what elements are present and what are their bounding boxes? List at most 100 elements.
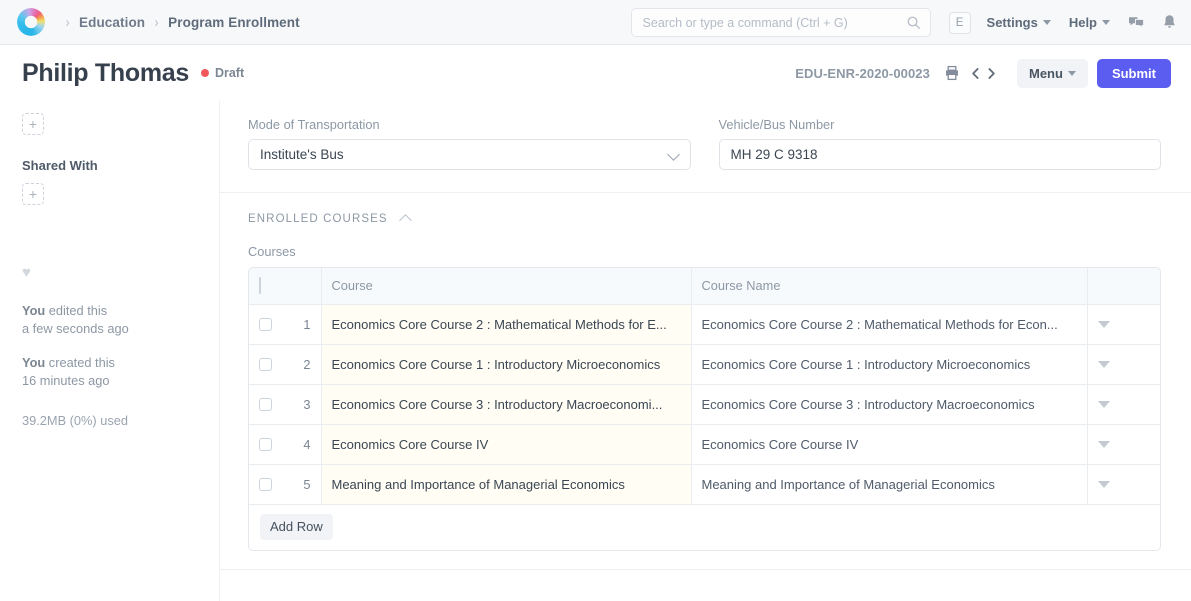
vehicle-bus-number-input[interactable]: MH 29 C 9318: [719, 139, 1162, 170]
menu-button[interactable]: Menu: [1017, 59, 1088, 88]
table-row: 4 Economics Core Course IV Economics Cor…: [249, 424, 1160, 464]
page-header-actions: EDU-ENR-2020-00023 Menu Submit: [795, 45, 1171, 101]
chevron-down-icon: [1102, 20, 1110, 25]
row-checkbox[interactable]: [259, 478, 272, 491]
row-course-name[interactable]: Economics Core Course 2 : Mathematical M…: [691, 304, 1087, 344]
courses-grid-label: Courses: [248, 244, 1161, 259]
created-meta: You created this 16 minutes ago: [22, 354, 219, 390]
page-body: + Shared With + ♥ You edited this a few …: [0, 101, 1191, 601]
chat-button[interactable]: [1128, 15, 1145, 31]
mode-of-transportation-value: Institute's Bus: [260, 147, 344, 162]
row-course[interactable]: Economics Core Course 2 : Mathematical M…: [321, 304, 691, 344]
grid-footer: Add Row: [249, 505, 1160, 550]
search-input[interactable]: [641, 15, 906, 31]
vehicle-bus-number-label: Vehicle/Bus Number: [719, 117, 1162, 132]
mode-of-transportation-select[interactable]: Institute's Bus: [248, 139, 691, 170]
breadcrumb-separator: ›: [66, 14, 70, 31]
status-dot-icon: [201, 69, 209, 77]
row-checkbox[interactable]: [259, 318, 272, 331]
triangle-down-icon[interactable]: [1098, 401, 1110, 408]
row-number: 1: [303, 317, 310, 332]
help-label: Help: [1069, 15, 1097, 30]
add-row-button[interactable]: Add Row: [260, 514, 333, 540]
row-number: 5: [303, 477, 310, 492]
print-button[interactable]: [944, 65, 960, 81]
submit-button[interactable]: Submit: [1097, 59, 1171, 88]
search-box[interactable]: [631, 8, 931, 37]
row-course[interactable]: Meaning and Importance of Managerial Eco…: [321, 464, 691, 504]
triangle-down-icon[interactable]: [1098, 321, 1110, 328]
next-document-button[interactable]: [985, 66, 998, 81]
navbar-right: E Settings Help: [631, 0, 1179, 45]
row-course-name[interactable]: Economics Core Course IV: [691, 424, 1087, 464]
table-row: 1 Economics Core Course 2 : Mathematical…: [249, 304, 1160, 344]
header-actions: [1087, 268, 1160, 304]
document-id: EDU-ENR-2020-00023: [795, 66, 930, 81]
status-label: Draft: [215, 66, 244, 80]
courses-grid: Course Course Name 1: [248, 267, 1161, 551]
row-course-name[interactable]: Meaning and Importance of Managerial Eco…: [691, 464, 1087, 504]
table-row: 5 Meaning and Importance of Managerial E…: [249, 464, 1160, 504]
row-select-cell: 3: [249, 384, 321, 424]
sidebar: + Shared With + ♥ You edited this a few …: [0, 101, 219, 601]
chevron-down-icon: [1068, 71, 1076, 76]
table-body: 1 Economics Core Course 2 : Mathematical…: [249, 304, 1160, 504]
settings-menu[interactable]: Settings: [987, 15, 1051, 30]
form-content: Mode of Transportation Institute's Bus V…: [219, 101, 1191, 601]
status-badge: Draft: [201, 66, 244, 80]
row-checkbox[interactable]: [259, 358, 272, 371]
row-expand-cell: [1087, 384, 1160, 424]
row-expand-cell: [1087, 464, 1160, 504]
page-title: Philip Thomas: [22, 59, 189, 88]
row-expand-cell: [1087, 304, 1160, 344]
triangle-down-icon[interactable]: [1098, 441, 1110, 448]
edited-time: a few seconds ago: [22, 321, 129, 336]
row-course[interactable]: Economics Core Course IV: [321, 424, 691, 464]
created-action: created this: [45, 355, 115, 370]
courses-table: Course Course Name 1: [249, 268, 1160, 505]
edited-user: You: [22, 303, 45, 318]
row-course-name[interactable]: Economics Core Course 1 : Introductory M…: [691, 344, 1087, 384]
select-all-checkbox[interactable]: [259, 277, 261, 294]
row-select-cell: 2: [249, 344, 321, 384]
chevron-down-icon: [1043, 20, 1051, 25]
header-course-name[interactable]: Course Name: [691, 268, 1087, 304]
breadcrumb-program-enrollment[interactable]: Program Enrollment: [168, 15, 300, 30]
row-expand-cell: [1087, 424, 1160, 464]
header-course[interactable]: Course: [321, 268, 691, 304]
chevron-left-icon: [969, 66, 982, 81]
bell-icon: [1162, 14, 1177, 31]
enrolled-courses-header[interactable]: ENROLLED COURSES: [248, 213, 1161, 225]
triangle-down-icon[interactable]: [1098, 481, 1110, 488]
prev-document-button[interactable]: [969, 66, 982, 81]
row-checkbox[interactable]: [259, 398, 272, 411]
mode-of-transportation-field: Mode of Transportation Institute's Bus: [248, 117, 691, 170]
created-time: 16 minutes ago: [22, 373, 110, 388]
row-course-name[interactable]: Economics Core Course 3 : Introductory M…: [691, 384, 1087, 424]
table-row: 3 Economics Core Course 3 : Introductory…: [249, 384, 1160, 424]
row-expand-cell: [1087, 344, 1160, 384]
chat-bubbles-icon: [1128, 15, 1145, 31]
edited-meta: You edited this a few seconds ago: [22, 302, 219, 338]
printer-icon: [944, 65, 960, 81]
add-shared-user-button[interactable]: +: [22, 183, 44, 205]
breadcrumb-education[interactable]: Education: [79, 15, 145, 30]
created-user: You: [22, 355, 45, 370]
notifications-button[interactable]: [1162, 14, 1177, 31]
add-assignment-button[interactable]: +: [22, 113, 44, 135]
row-checkbox[interactable]: [259, 438, 272, 451]
row-number: 4: [303, 437, 310, 452]
help-menu[interactable]: Help: [1069, 15, 1110, 30]
transport-section: Mode of Transportation Institute's Bus V…: [220, 101, 1191, 193]
avatar[interactable]: E: [949, 12, 971, 34]
vehicle-bus-number-field: Vehicle/Bus Number MH 29 C 9318: [719, 117, 1162, 170]
triangle-down-icon[interactable]: [1098, 361, 1110, 368]
row-course[interactable]: Economics Core Course 3 : Introductory M…: [321, 384, 691, 424]
table-header-row: Course Course Name: [249, 268, 1160, 304]
chevron-right-icon: [985, 66, 998, 81]
row-course[interactable]: Economics Core Course 1 : Introductory M…: [321, 344, 691, 384]
heart-icon[interactable]: ♥: [22, 265, 219, 280]
vehicle-bus-number-value: MH 29 C 9318: [731, 147, 818, 162]
search-icon: [906, 15, 921, 30]
app-logo[interactable]: [14, 5, 48, 39]
